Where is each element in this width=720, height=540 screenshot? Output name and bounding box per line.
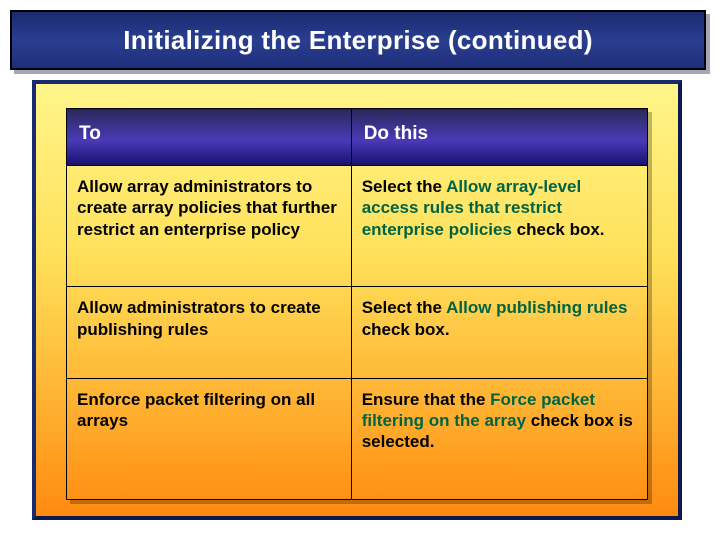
do-pre: Select the: [362, 298, 446, 317]
table-row: Allow administrators to create publishin…: [67, 287, 648, 378]
title-bar: Initializing the Enterprise (continued): [10, 10, 706, 70]
header-to: To: [67, 109, 352, 166]
cell-to: Allow administrators to create publishin…: [67, 287, 352, 378]
table-row: Allow array administrators to create arr…: [67, 166, 648, 287]
slide: Initializing the Enterprise (continued) …: [0, 0, 720, 540]
cell-to: Enforce packet filtering on all arrays: [67, 378, 352, 500]
header-do: Do this: [351, 109, 647, 166]
cell-do: Ensure that the Force packet filtering o…: [351, 378, 647, 500]
cell-do: Select the Allow publishing rules check …: [351, 287, 647, 378]
do-option: Allow publishing rules: [446, 298, 627, 317]
do-post: check box.: [512, 220, 605, 239]
content-panel: To Do this Allow array administrators to…: [32, 80, 682, 520]
do-post: check box.: [362, 320, 450, 339]
cell-to: Allow array administrators to create arr…: [67, 166, 352, 287]
cell-do: Select the Allow array-level access rule…: [351, 166, 647, 287]
page-title: Initializing the Enterprise (continued): [123, 25, 593, 56]
table-header-row: To Do this: [67, 109, 648, 166]
do-pre: Ensure that the: [362, 390, 490, 409]
instruction-table: To Do this Allow array administrators to…: [66, 108, 648, 500]
do-pre: Select the: [362, 177, 446, 196]
table-row: Enforce packet filtering on all arrays E…: [67, 378, 648, 500]
